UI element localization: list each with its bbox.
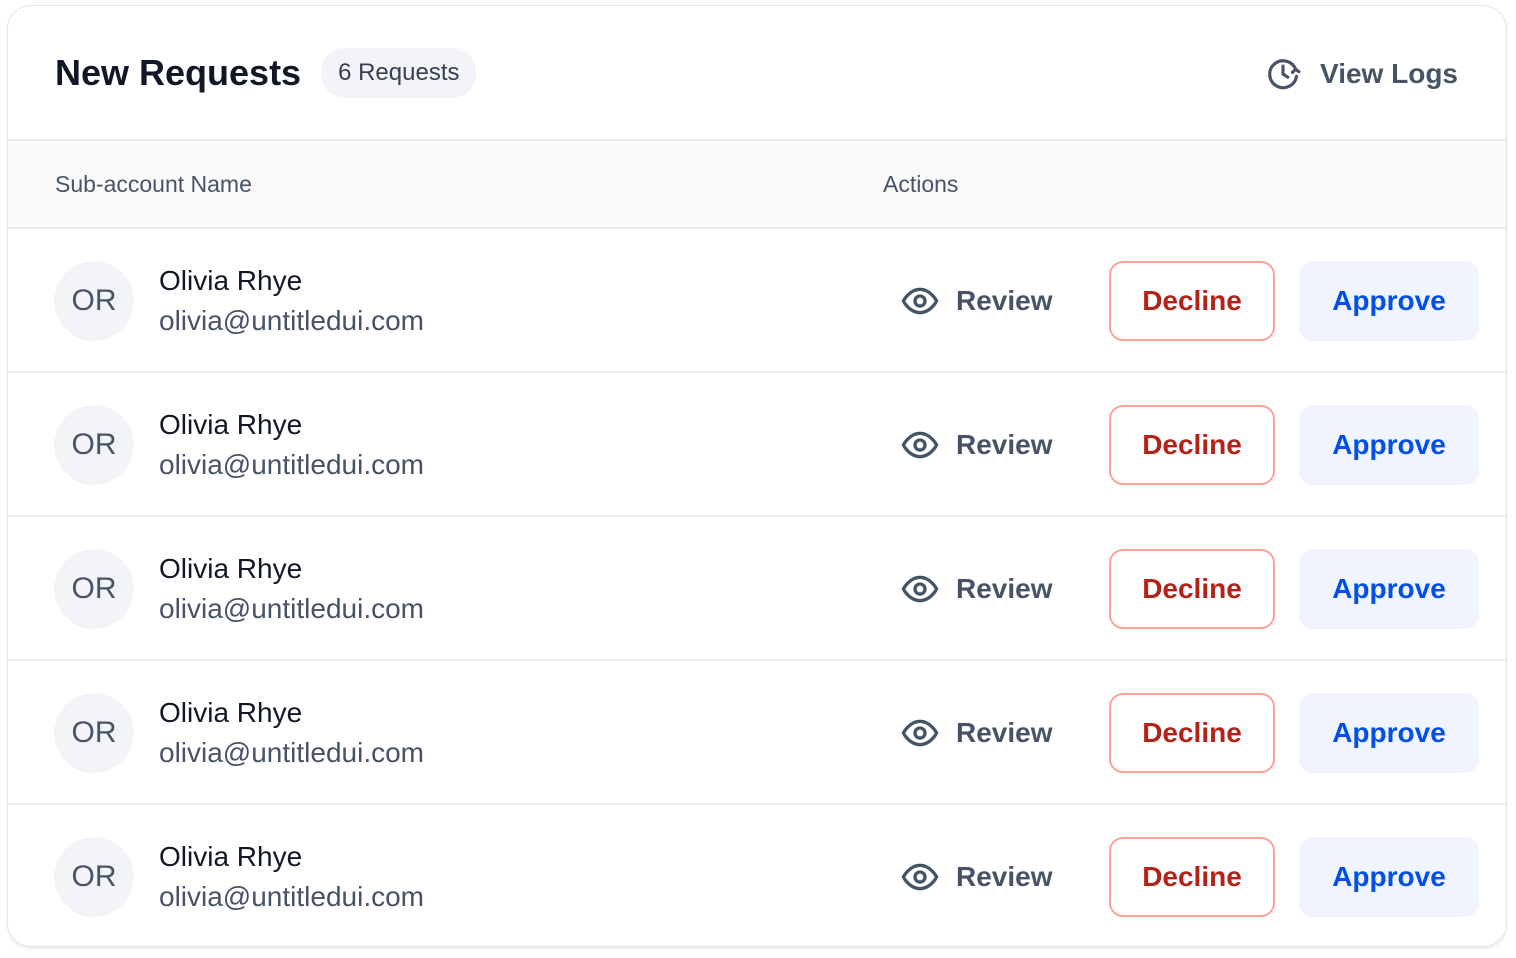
- review-label: Review: [956, 429, 1053, 460]
- approve-button[interactable]: Approve: [1299, 837, 1479, 917]
- avatar: OR: [54, 693, 134, 773]
- decline-button[interactable]: Decline: [1109, 693, 1275, 773]
- page-title: New Requests: [55, 51, 302, 93]
- requests-card: New Requests 6 Requests View Logs Sub-ac…: [7, 5, 1507, 947]
- account-email: olivia@untitledui.com: [159, 737, 424, 768]
- eye-icon: [901, 575, 939, 603]
- review-label: Review: [956, 861, 1053, 892]
- view-logs-label: View Logs: [1320, 58, 1458, 89]
- approve-button[interactable]: Approve: [1299, 405, 1479, 485]
- avatar-initials: OR: [71, 284, 117, 317]
- table-header: Sub-account Name Actions: [8, 141, 1506, 229]
- table-row: OR Olivia Rhye olivia@untitledui.com Rev…: [8, 373, 1506, 517]
- review-button[interactable]: Review: [900, 569, 1053, 609]
- eye-icon: [901, 863, 939, 891]
- review-button[interactable]: Review: [900, 281, 1053, 321]
- decline-button[interactable]: Decline: [1109, 405, 1275, 485]
- table-row: OR Olivia Rhye olivia@untitledui.com Rev…: [8, 805, 1506, 946]
- review-button[interactable]: Review: [900, 857, 1053, 897]
- decline-button[interactable]: Decline: [1109, 837, 1275, 917]
- review-label: Review: [956, 717, 1053, 748]
- table-body: OR Olivia Rhye olivia@untitledui.com Rev…: [8, 229, 1506, 946]
- eye-icon: [901, 287, 939, 315]
- avatar: OR: [54, 549, 134, 629]
- account-name: Olivia Rhye: [159, 553, 303, 584]
- review-button[interactable]: Review: [900, 425, 1053, 465]
- eye-icon: [901, 431, 939, 459]
- avatar-initials: OR: [71, 716, 117, 749]
- avatar: OR: [54, 405, 134, 485]
- avatar: OR: [54, 837, 134, 917]
- column-header-name: Sub-account Name: [55, 171, 252, 197]
- column-header-actions: Actions: [883, 171, 959, 197]
- table-row: OR Olivia Rhye olivia@untitledui.com Rev…: [8, 661, 1506, 805]
- account-name: Olivia Rhye: [159, 697, 303, 728]
- approve-button[interactable]: Approve: [1299, 693, 1479, 773]
- avatar-initials: OR: [71, 572, 117, 605]
- account-name: Olivia Rhye: [159, 409, 303, 440]
- account-email: olivia@untitledui.com: [159, 881, 424, 912]
- account-name: Olivia Rhye: [159, 841, 303, 872]
- decline-button[interactable]: Decline: [1109, 549, 1275, 629]
- table-row: OR Olivia Rhye olivia@untitledui.com Rev…: [8, 517, 1506, 661]
- avatar-initials: OR: [71, 860, 117, 893]
- account-email: olivia@untitledui.com: [159, 593, 424, 624]
- decline-button[interactable]: Decline: [1109, 261, 1275, 341]
- table-row: OR Olivia Rhye olivia@untitledui.com Rev…: [8, 229, 1506, 373]
- review-label: Review: [956, 285, 1053, 316]
- avatar-initials: OR: [71, 428, 117, 461]
- avatar: OR: [54, 261, 134, 341]
- review-button[interactable]: Review: [900, 713, 1053, 753]
- view-logs-button[interactable]: View Logs: [1264, 55, 1458, 93]
- review-label: Review: [956, 573, 1053, 604]
- card-header: New Requests 6 Requests View Logs: [8, 6, 1506, 141]
- account-email: olivia@untitledui.com: [159, 449, 424, 480]
- account-name: Olivia Rhye: [159, 265, 303, 296]
- clock-refresh-icon: [1268, 59, 1301, 90]
- approve-button[interactable]: Approve: [1299, 549, 1479, 629]
- eye-icon: [901, 719, 939, 747]
- count-badge: 6 Requests: [321, 47, 477, 98]
- approve-button[interactable]: Approve: [1299, 261, 1479, 341]
- account-email: olivia@untitledui.com: [159, 305, 424, 336]
